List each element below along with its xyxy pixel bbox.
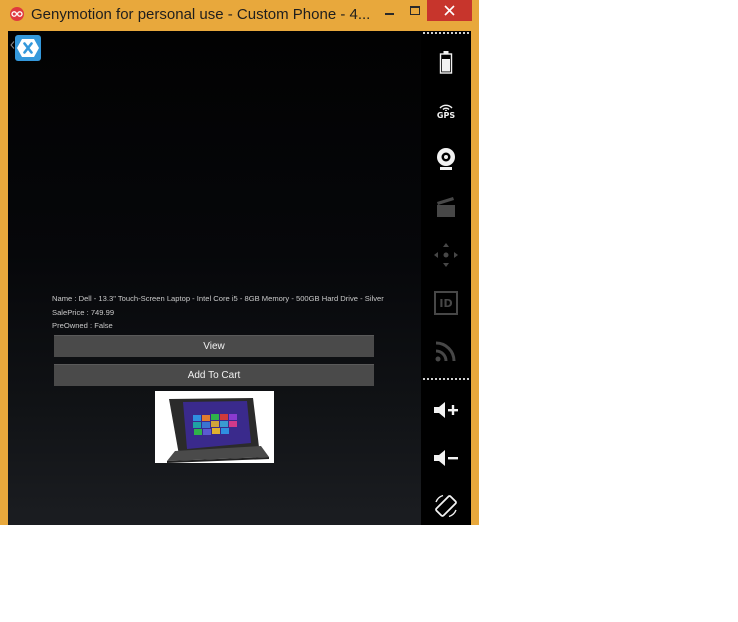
close-icon (444, 5, 455, 16)
rss-icon (435, 341, 456, 362)
webcam-button[interactable] (421, 139, 471, 179)
id-icon: ID (434, 291, 458, 315)
remote-control-button[interactable] (421, 331, 471, 371)
window-title: Genymotion for personal use - Custom Pho… (31, 6, 371, 23)
sidebar-divider (423, 32, 469, 34)
volume-up-button[interactable] (421, 390, 471, 430)
view-button[interactable]: View (54, 335, 374, 357)
product-details: Name : Dell - 13.3" Touch-Screen Laptop … (52, 292, 384, 333)
xamarin-app-icon[interactable] (15, 35, 41, 61)
webcam-icon (437, 148, 455, 170)
volume-down-button[interactable] (421, 438, 471, 478)
device-screen: Name : Dell - 13.3" Touch-Screen Laptop … (8, 31, 421, 525)
device-id-button[interactable]: ID (421, 283, 471, 323)
rotate-button[interactable] (421, 486, 471, 526)
laptop-product-image (155, 391, 274, 463)
add-to-cart-button[interactable]: Add To Cart (54, 364, 374, 386)
volume-up-icon (434, 402, 458, 418)
genymotion-logo-icon (10, 7, 24, 21)
product-name: Name : Dell - 13.3" Touch-Screen Laptop … (52, 294, 384, 303)
close-button[interactable] (427, 0, 472, 21)
maximize-button[interactable] (402, 0, 428, 21)
title-bar[interactable]: Genymotion for personal use - Custom Pho… (0, 0, 479, 30)
gps-button[interactable]: GPS (421, 91, 471, 131)
product-sale-price: SalePrice : 749.99 (52, 307, 115, 317)
media-button[interactable] (421, 187, 471, 227)
minimize-icon (384, 12, 394, 15)
clapperboard-icon (437, 197, 455, 217)
battery-icon (439, 51, 453, 74)
id-label: ID (439, 296, 453, 310)
maximize-icon (410, 6, 420, 15)
dpad-icon (434, 243, 458, 267)
battery-button[interactable] (421, 43, 471, 83)
volume-down-icon (434, 450, 458, 466)
gps-label: GPS (436, 110, 456, 120)
rotate-icon (435, 494, 457, 518)
dpad-button[interactable] (421, 235, 471, 275)
product-preowned: PreOwned : False (52, 321, 113, 330)
minimize-button[interactable] (376, 0, 402, 21)
emulator-sidebar: GPS ID (421, 31, 471, 525)
sidebar-divider (423, 378, 469, 380)
emulator-window: Genymotion for personal use - Custom Pho… (0, 0, 479, 525)
gps-icon: GPS (437, 103, 455, 120)
